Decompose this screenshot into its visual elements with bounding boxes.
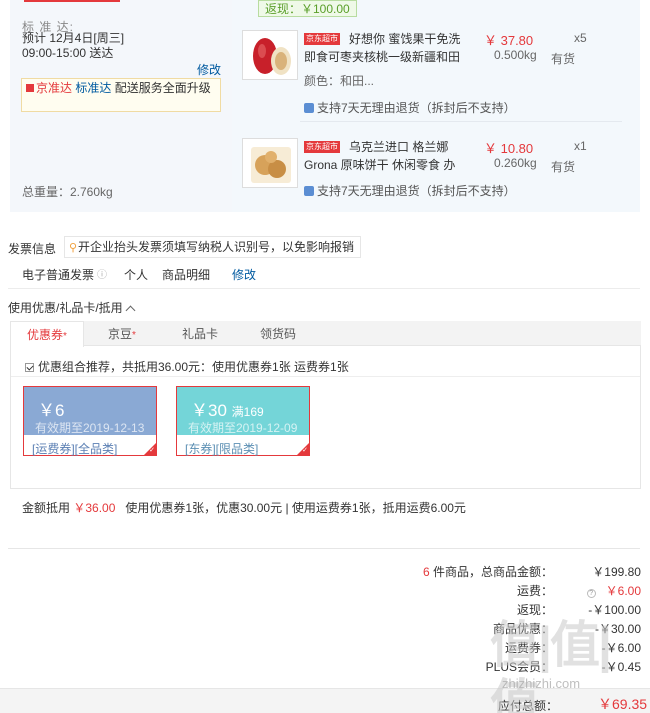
invoice-tip: ⚲开企业抬头发票须填写纳税人识别号，以免影响报销 <box>64 236 362 258</box>
product-weight: 0.260kg <box>494 156 537 170</box>
deduction-detail: 使用优惠券1张，优惠30.00元 | 使用运费券1张，抵用运费6.00元 <box>125 501 466 515</box>
product-title-line2[interactable]: Grona 原味饼干 休闲零食 办 <box>304 156 455 173</box>
divider <box>11 376 640 377</box>
tab-marker: * <box>132 330 136 341</box>
total-weight: 总重量：2.760kg <box>22 185 113 199</box>
coupon-section-toggle[interactable]: 使用优惠/礼品卡/抵用 <box>8 299 136 316</box>
return-policy-text: 支持7天无理由退货（拆封后不支持） <box>317 101 516 115</box>
summary-goods-label: 6 件商品，总商品金额： <box>423 563 553 580</box>
item-count: 6 <box>422 565 430 579</box>
store-tag: 京东超市 <box>304 33 340 45</box>
site-watermark: 值|值|值 zhizhizhi.com <box>478 616 648 713</box>
freight-label: 运费： <box>516 584 553 598</box>
invoice-header-type: 个人 <box>124 268 149 282</box>
product-color: 颜色：和田... <box>304 74 375 88</box>
invoice-type: 电子普通发票 <box>22 268 95 282</box>
coupon-recommend[interactable]: 优惠组合推荐，共抵用36.00元：使用优惠券1张 运费券1张 <box>25 358 349 375</box>
return-policy: 支持7天无理由退货（拆封后不支持） <box>304 99 516 116</box>
product-qty: x1 <box>574 139 587 153</box>
return-policy-icon <box>304 103 314 113</box>
deduction-value: ￥36.00 <box>73 501 116 515</box>
modify-invoice-link[interactable]: 修改 <box>232 266 256 283</box>
product-weight: 0.500kg <box>494 48 537 62</box>
recommend-checkbox[interactable] <box>25 363 34 372</box>
coupon-section-title: 使用优惠/礼品卡/抵用 <box>8 301 123 315</box>
jzd-text: 配送服务全面升级 <box>114 81 211 95</box>
dates-image-icon <box>243 31 297 79</box>
cart-item: 京东超市 乌克兰进口 格兰娜 Grona 原味饼干 休闲零食 办 ￥ 10.80… <box>242 138 630 198</box>
rebate-badge: 返现：￥100.00 <box>258 0 357 17</box>
invoice-title: 发票信息 <box>8 242 57 256</box>
product-price: ￥ 10.80 <box>484 141 534 156</box>
return-policy-icon <box>304 186 314 196</box>
tab-redeem-code[interactable]: 领货码 <box>246 321 310 347</box>
invoice-content: 商品明细 <box>162 268 211 282</box>
coupon-validity: 有效期至2019-12-13 <box>35 421 145 435</box>
tab-jingdou[interactable]: 京豆* <box>90 321 154 347</box>
coupon-amount-text: ￥30 <box>191 401 227 420</box>
tab-coupons[interactable]: 优惠券* <box>10 321 84 347</box>
jzd-promo-box: 京准达 标准达 配送服务全面升级 <box>21 78 221 112</box>
modify-shipping-link[interactable]: 修改 <box>197 61 221 78</box>
cart-item: 京东超市 好想你 蜜饯果干免洗 即食可枣夹核桃一级新疆和田 颜色：和田... ￥… <box>242 30 630 120</box>
delivery-estimate: 预计 12月4日[周三] 09:00-15:00 送达 <box>22 31 125 60</box>
jzd-icon <box>26 84 34 92</box>
product-qty: x5 <box>574 31 587 45</box>
coupon-card-dongquan[interactable]: ￥30 满169 有效期至2019-12-09 [东券][限品类] ✓ <box>176 386 310 456</box>
coupon-threshold: 满169 <box>231 405 264 419</box>
summary-goods-total: 6 件商品，总商品金额： ￥199.80 <box>380 563 641 583</box>
product-thumbnail-biscuits[interactable] <box>242 138 298 188</box>
tab-label: 优惠券 <box>27 328 64 342</box>
coupon-card-freight[interactable]: ￥6 有效期至2019-12-13 [运费券][全品类] ✓ <box>23 386 157 456</box>
chevron-up-icon <box>125 305 136 316</box>
store-tag: 京东超市 <box>304 141 340 153</box>
freight-value: ￥6.00 <box>605 584 641 598</box>
stock-status: 有货 <box>551 160 576 174</box>
coupon-amount-text: ￥6 <box>38 401 65 420</box>
watermark-url: zhizhizhi.com <box>502 676 581 691</box>
recommend-text: 优惠组合推荐，共抵用36.00元：使用优惠券1张 运费券1张 <box>38 360 349 374</box>
product-title-line2[interactable]: 即食可枣夹核桃一级新疆和田 <box>304 48 460 65</box>
tab-gift-card[interactable]: 礼品卡 <box>168 321 232 347</box>
check-icon: ✓ <box>149 447 155 454</box>
active-indicator <box>24 0 120 2</box>
tab-marker: * <box>63 331 67 342</box>
tab-label: 领货码 <box>259 327 296 341</box>
divider <box>8 288 640 289</box>
jzd-tag: 京准达 <box>36 81 73 95</box>
jzd-link[interactable]: 标准达 <box>75 81 111 95</box>
product-price: ￥ 37.80 <box>484 33 534 48</box>
goods-total-value: ￥199.80 <box>592 565 641 579</box>
tab-label: 礼品卡 <box>181 327 218 341</box>
tab-label: 京豆 <box>108 327 133 341</box>
return-policy-text: 支持7天无理由退货（拆封后不支持） <box>317 184 516 198</box>
product-title-line1[interactable]: 好想你 蜜饯果干免洗 <box>349 30 460 47</box>
summary-freight: 运费： ? ￥6.00 <box>380 582 641 602</box>
item-divider <box>300 121 622 122</box>
watermark-logo: 值|值|值 <box>490 617 612 713</box>
coupon-tags: [运费券][全品类] <box>32 442 118 456</box>
coupon-amount: ￥6 <box>38 396 64 421</box>
help-icon[interactable]: ⓘ <box>97 266 107 281</box>
item-count-suffix: 件商品，总商品金额： <box>432 565 553 579</box>
deduction-summary: 金额抵用 ￥36.00 使用优惠券1张，优惠30.00元 | 使用运费券1张，抵… <box>22 499 466 516</box>
biscuit-image-icon <box>243 139 297 187</box>
product-title-line1[interactable]: 乌克兰进口 格兰娜 <box>349 138 448 155</box>
return-policy: 支持7天无理由退货（拆封后不支持） <box>304 182 516 199</box>
product-thumbnail-dates[interactable] <box>242 30 298 80</box>
divider <box>8 548 640 549</box>
check-icon: ✓ <box>302 447 308 454</box>
deduction-label: 金额抵用 <box>22 501 71 515</box>
help-icon[interactable]: ? <box>586 589 596 598</box>
location-pin-icon: ⚲ <box>69 242 78 254</box>
coupon-amount: ￥30 满169 <box>191 396 264 421</box>
coupon-tags: [东券][限品类] <box>185 442 259 456</box>
coupon-validity: 有效期至2019-12-09 <box>188 421 298 435</box>
stock-status: 有货 <box>551 52 576 66</box>
invoice-tip-text: 开企业抬头发票须填写纳税人识别号，以免影响报销 <box>78 240 355 254</box>
